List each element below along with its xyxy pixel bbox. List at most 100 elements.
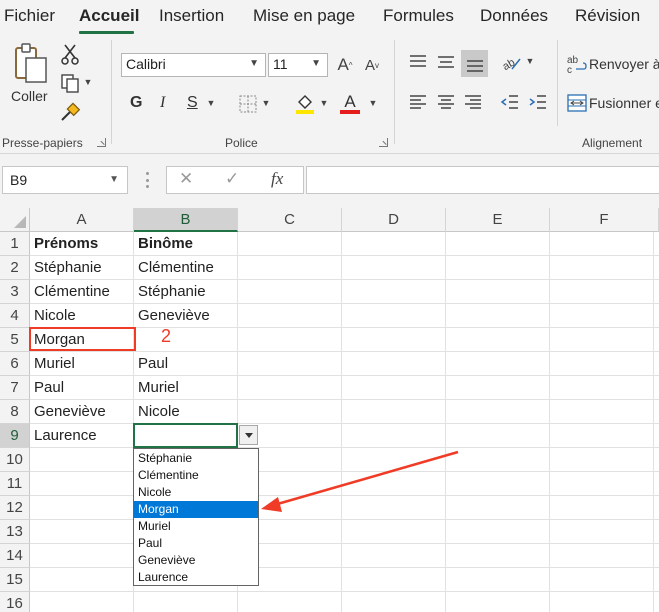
cell-a6[interactable]: Muriel [30,352,75,376]
row-header-11[interactable]: 11 [0,472,30,496]
name-box-dropdown-icon[interactable]: ▼ [109,174,119,185]
underline-button[interactable]: S [187,94,198,112]
cut-icon[interactable] [58,42,82,66]
align-left-icon[interactable] [406,90,430,114]
decrease-font-size-icon[interactable]: Av [361,54,383,76]
column-header-e[interactable]: E [446,208,550,232]
dropdown-item-genevieve[interactable]: Geneviève [134,552,258,569]
column-header-b[interactable]: B [134,208,238,232]
cell-a3[interactable]: Clémentine [30,280,110,304]
dropdown-item-clementine[interactable]: Clémentine [134,467,258,484]
fill-color-dropdown-icon[interactable]: ▼ [318,96,330,110]
cell-b3[interactable]: Stéphanie [134,280,206,304]
copy-dropdown-icon[interactable]: ▼ [82,75,94,89]
insert-function-icon[interactable]: fx [271,169,283,189]
cell-a4[interactable]: Nicole [30,304,76,328]
increase-font-size-icon[interactable]: A ^ [334,54,356,76]
row-header-15[interactable]: 15 [0,568,30,592]
formula-bar-grip-icon[interactable] [146,172,150,188]
wrap-text-icon[interactable]: ab c [566,53,588,75]
row-header-16[interactable]: 16 [0,592,30,612]
column-header-a[interactable]: A [30,208,134,232]
tab-fichier[interactable]: Fichier [4,6,55,26]
dropdown-item-nicole[interactable]: Nicole [134,484,258,501]
cell-a8[interactable]: Geneviève [30,400,106,424]
align-center-icon[interactable] [434,90,458,114]
cell-b4[interactable]: Geneviève [134,304,210,328]
row-header-14[interactable]: 14 [0,544,30,568]
increase-indent-icon[interactable] [526,90,550,114]
formula-input[interactable] [306,166,659,194]
underline-dropdown-icon[interactable]: ▼ [205,96,217,110]
tab-donnees[interactable]: Données [480,6,548,26]
column-header-f[interactable]: F [550,208,659,232]
format-painter-icon[interactable] [58,100,82,124]
tab-revision[interactable]: Révision [575,6,640,26]
cell-b8[interactable]: Nicole [134,400,180,424]
merge-center-icon[interactable] [566,92,588,114]
row-header-4[interactable]: 4 [0,304,30,328]
cell-b7[interactable]: Muriel [134,376,179,400]
row-header-13[interactable]: 13 [0,520,30,544]
dropdown-item-stephanie[interactable]: Stéphanie [134,450,258,467]
font-launcher-icon[interactable] [379,138,388,147]
dropdown-item-laurence[interactable]: Laurence [134,569,258,586]
row-header-2[interactable]: 2 [0,256,30,280]
row-header-1[interactable]: 1 [0,232,30,256]
cell-a9[interactable]: Laurence [30,424,97,448]
font-color-dropdown-icon[interactable]: ▼ [367,96,379,110]
validation-dropdown-button[interactable] [239,425,258,445]
row-header-8[interactable]: 8 [0,400,30,424]
align-right-icon[interactable] [461,90,485,114]
font-name-dropdown-icon[interactable]: ▼ [249,58,259,69]
wrap-text-button[interactable]: Renvoyer à [589,56,659,72]
cell-b1[interactable]: Binôme [134,232,193,256]
italic-button[interactable]: I [160,94,165,112]
enter-icon[interactable]: ✓ [225,169,239,189]
tab-mise-en-page[interactable]: Mise en page [253,6,355,26]
font-size-dropdown-icon[interactable]: ▼ [311,58,321,69]
cell-b2[interactable]: Clémentine [134,256,214,280]
borders-icon[interactable] [237,93,259,115]
paste-label[interactable]: Coller [11,88,48,104]
align-top-icon[interactable] [406,50,430,74]
font-size-combo[interactable]: 11 ▼ [268,53,328,77]
bold-button[interactable]: G [130,94,142,112]
orientation-dropdown-icon[interactable]: ▼ [524,54,536,68]
dropdown-item-morgan[interactable]: Morgan [134,501,258,518]
dropdown-item-paul[interactable]: Paul [134,535,258,552]
row-header-10[interactable]: 10 [0,448,30,472]
cell-a2[interactable]: Stéphanie [30,256,102,280]
borders-dropdown-icon[interactable]: ▼ [260,96,272,110]
row-header-5[interactable]: 5 [0,328,30,352]
clipboard-launcher-icon[interactable] [97,138,106,147]
orientation-icon[interactable]: ab [498,50,524,74]
cell-b6[interactable]: Paul [134,352,168,376]
fill-color-icon[interactable] [294,92,316,114]
decrease-indent-icon[interactable] [498,90,522,114]
paste-icon[interactable] [12,42,52,86]
tab-insertion[interactable]: Insertion [159,6,224,26]
cancel-icon[interactable]: ✕ [179,169,193,189]
font-name-combo[interactable]: Calibri ▼ [121,53,266,77]
align-bottom-icon[interactable] [461,50,488,77]
row-header-6[interactable]: 6 [0,352,30,376]
column-header-c[interactable]: C [238,208,342,232]
cell-a7[interactable]: Paul [30,376,64,400]
column-header-d[interactable]: D [342,208,446,232]
select-all-button[interactable] [0,208,30,232]
active-cell-b9[interactable] [133,423,238,448]
tab-accueil[interactable]: Accueil [79,6,139,26]
tab-formules[interactable]: Formules [383,6,454,26]
row-header-12[interactable]: 12 [0,496,30,520]
row-header-7[interactable]: 7 [0,376,30,400]
font-color-icon[interactable]: A [339,92,361,114]
align-middle-icon[interactable] [434,50,458,74]
copy-icon[interactable] [58,71,82,95]
merge-center-button[interactable]: Fusionner e [589,95,659,111]
name-box[interactable]: B9 ▼ [2,166,128,194]
row-header-9[interactable]: 9 [0,424,30,448]
row-header-3[interactable]: 3 [0,280,30,304]
dropdown-item-muriel[interactable]: Muriel [134,518,258,535]
cell-a1[interactable]: Prénoms [30,232,98,256]
